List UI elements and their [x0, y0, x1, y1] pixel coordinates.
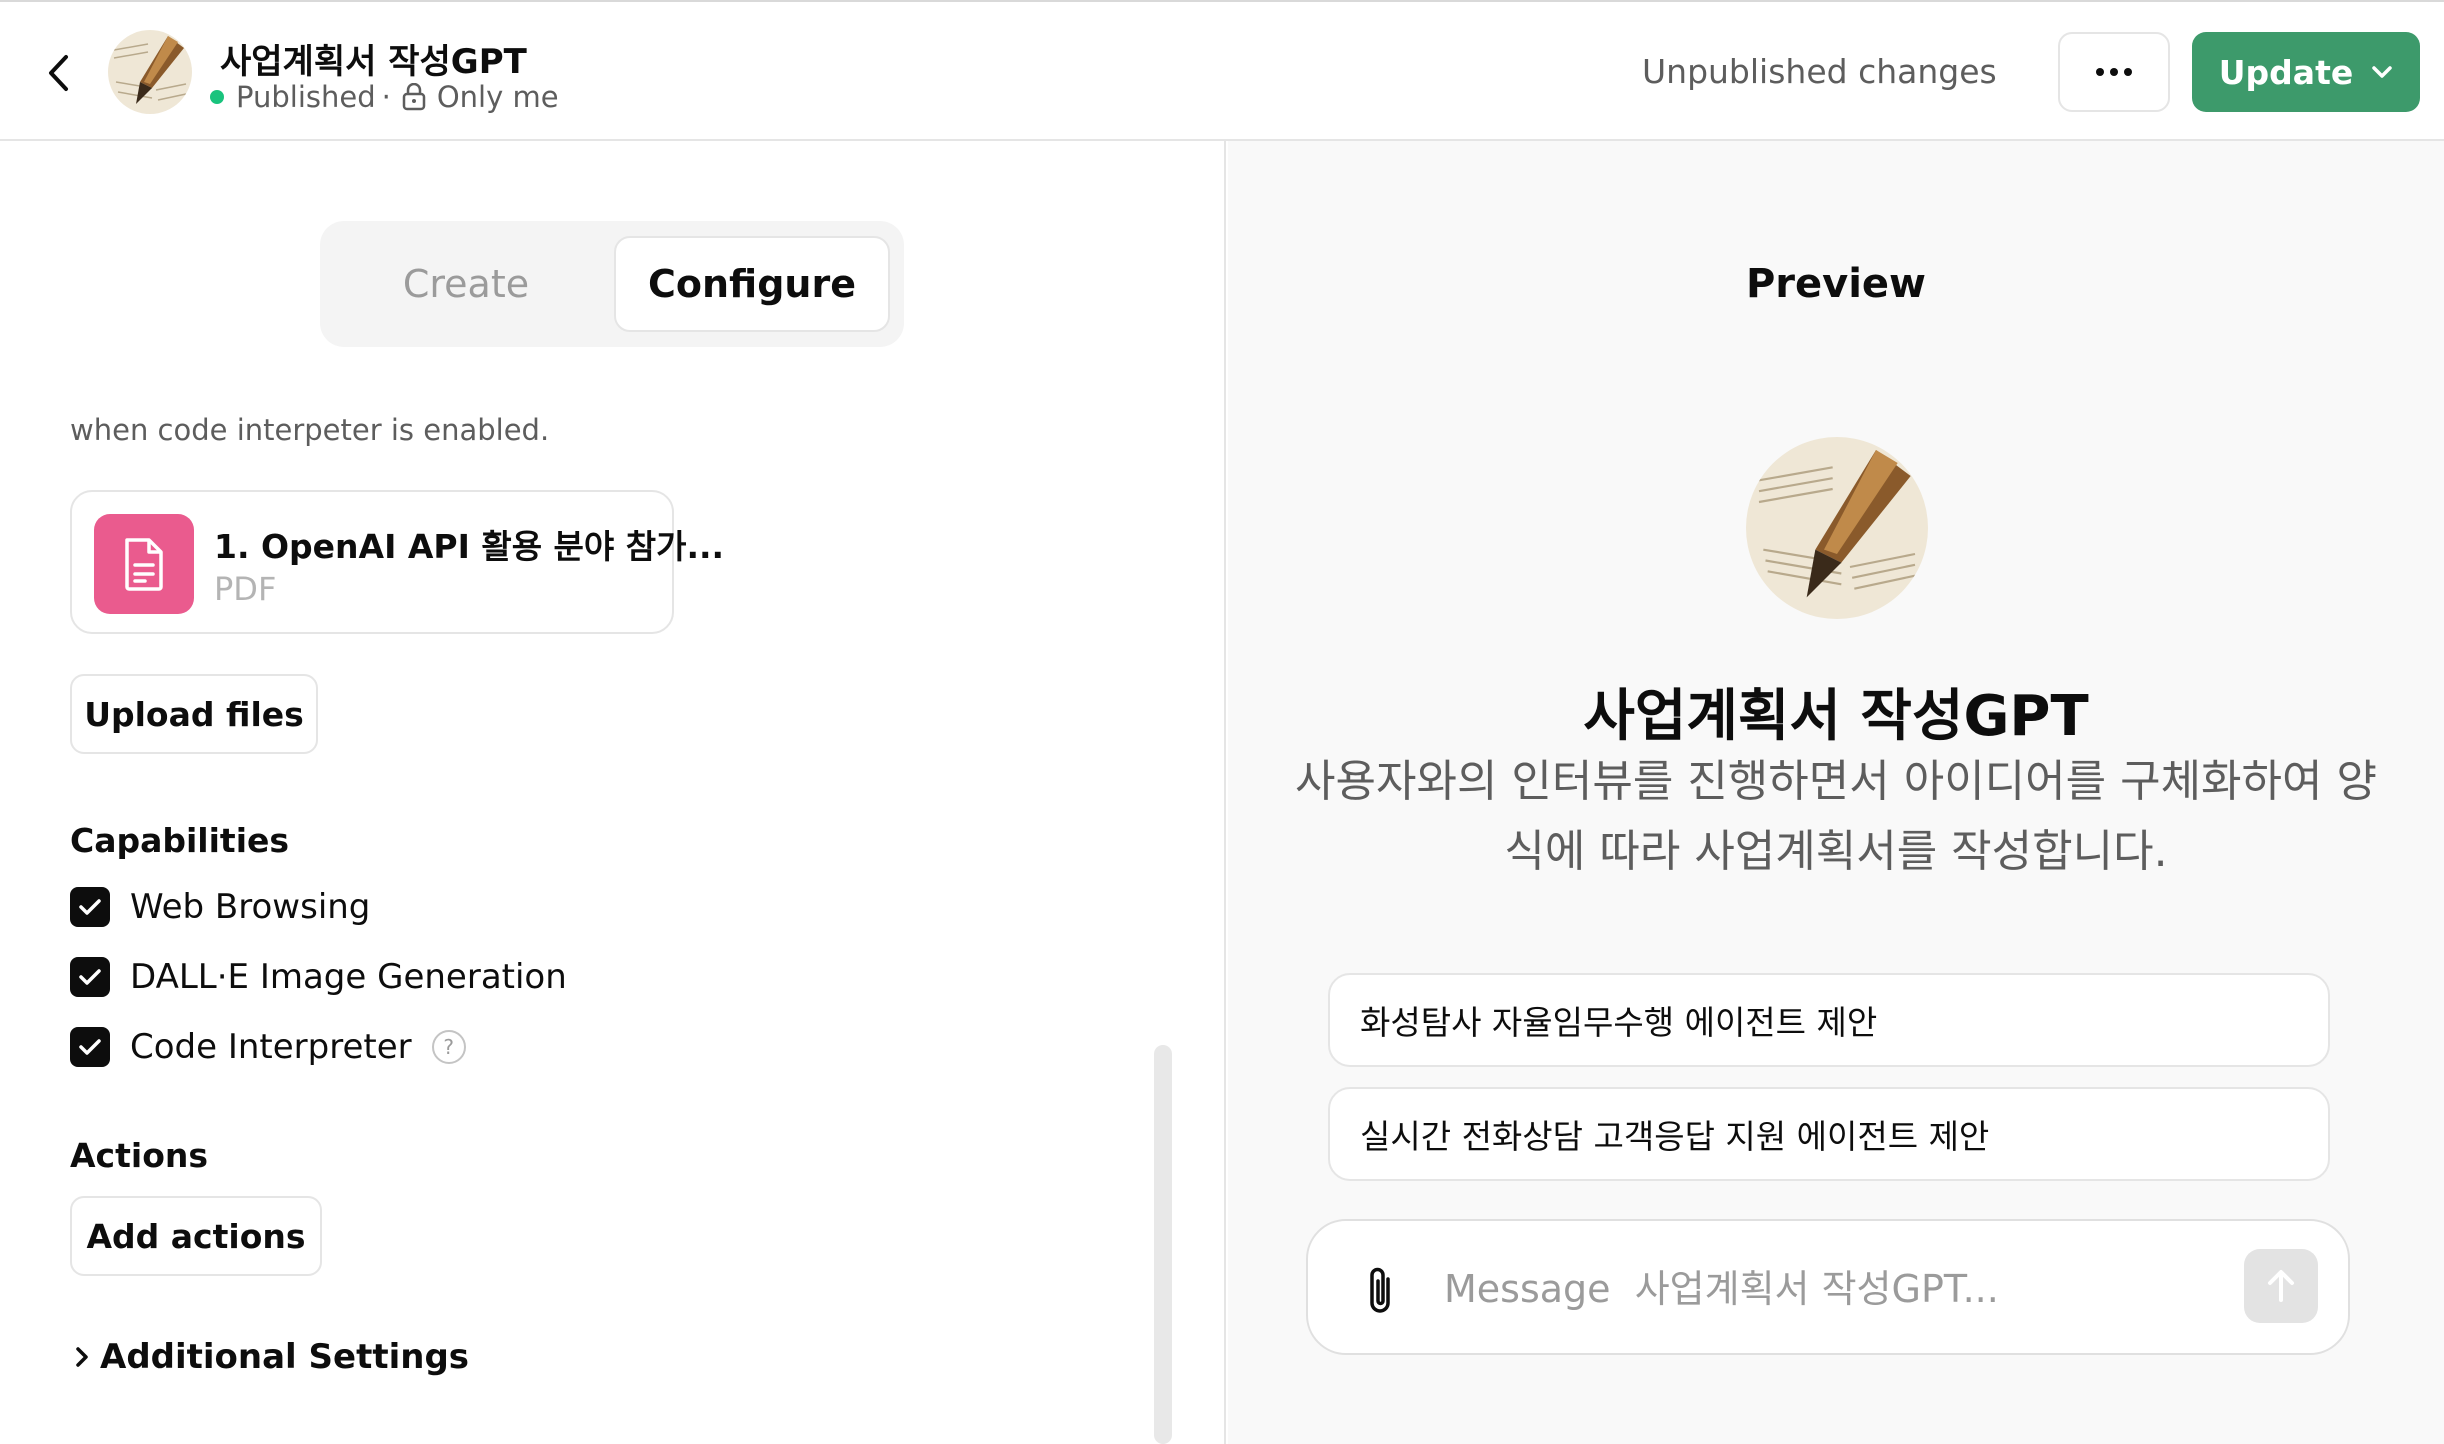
back-button[interactable]	[38, 48, 78, 98]
preview-gpt-description: 사용자와의 인터뷰를 진행하면서 아이디어를 구체화하여 양식에 따라 사업계획…	[1295, 756, 2377, 877]
knowledge-help-text: when code interpeter is enabled.	[70, 413, 550, 447]
preview-gpt-name: 사업계획서 작성GPT	[1583, 684, 2089, 749]
paperclip-icon[interactable]	[1358, 1263, 1402, 1319]
tab-create[interactable]: Create	[320, 221, 612, 347]
update-label: Update	[2218, 52, 2354, 92]
scrollbar[interactable]	[1154, 1045, 1172, 1444]
capabilities-heading: Capabilities	[70, 821, 290, 860]
more-horizontal-icon	[2096, 68, 2132, 76]
lock-icon	[401, 83, 427, 111]
more-options-button[interactable]	[2058, 32, 2170, 112]
gpt-avatar	[108, 30, 192, 114]
status-separator: ·	[381, 80, 391, 114]
chevron-right-icon	[76, 1347, 88, 1367]
preview-heading: Preview	[1745, 261, 1927, 307]
update-button[interactable]: Update	[2192, 32, 2420, 112]
top-bar: 사업계획서 작성GPT Published · Only me Unpublis…	[0, 0, 2444, 141]
document-icon	[94, 514, 194, 614]
file-name: 1. OpenAI API 활용 분야 참가...	[214, 527, 725, 566]
send-button[interactable]	[2244, 1249, 2318, 1323]
chevron-left-icon	[49, 55, 68, 91]
capability-web-browsing[interactable]: Web Browsing	[70, 885, 370, 929]
add-actions-button[interactable]: Add actions	[70, 1196, 322, 1276]
message-composer	[1306, 1219, 2350, 1355]
capability-code-interpreter[interactable]: Code Interpreter ?	[70, 1025, 466, 1069]
additional-settings-label: Additional Settings	[100, 1337, 470, 1377]
help-icon[interactable]: ?	[431, 1030, 466, 1064]
message-input[interactable]	[1444, 1261, 2264, 1317]
capability-label: DALL·E Image Generation	[130, 957, 567, 997]
capability-label: Code Interpreter	[130, 1027, 412, 1067]
editor-panel: Create Configure when code interpeter is…	[0, 141, 1226, 1444]
checkbox-checked-icon[interactable]	[70, 887, 110, 927]
publish-status: Published · Only me	[210, 80, 559, 114]
mode-switch: Create Configure	[320, 221, 904, 347]
unpublished-changes-label: Unpublished changes	[1642, 52, 1997, 91]
actions-heading: Actions	[70, 1136, 208, 1175]
arrow-up-icon	[2268, 1270, 2294, 1302]
status-dot	[210, 90, 224, 104]
file-type: PDF	[214, 570, 277, 608]
additional-settings-toggle[interactable]: Additional Settings	[74, 1337, 469, 1377]
preview-panel: Preview 사업계획서 작성GPT 사용자와의 인터뷰를 진행하면서 아이디…	[1228, 141, 2444, 1444]
checkbox-checked-icon[interactable]	[70, 1027, 110, 1067]
chevron-down-icon	[2372, 66, 2392, 78]
conversation-starter[interactable]: 실시간 전화상담 고객응답 지원 에이전트 제안	[1328, 1087, 2330, 1181]
checkbox-checked-icon[interactable]	[70, 957, 110, 997]
status-text: Published	[236, 80, 376, 114]
gpt-avatar-large	[1746, 437, 1928, 619]
upload-files-button[interactable]: Upload files	[70, 674, 318, 754]
tab-configure[interactable]: Configure	[614, 236, 890, 332]
gpt-title: 사업계획서 작성GPT	[220, 42, 527, 82]
conversation-starter[interactable]: 화성탐사 자율임무수행 에이전트 제안	[1328, 973, 2330, 1067]
knowledge-file-card[interactable]: 1. OpenAI API 활용 분야 참가... PDF	[70, 490, 724, 634]
capability-dalle[interactable]: DALL·E Image Generation	[70, 955, 567, 999]
capability-label: Web Browsing	[130, 887, 371, 927]
visibility-text: Only me	[436, 80, 559, 114]
